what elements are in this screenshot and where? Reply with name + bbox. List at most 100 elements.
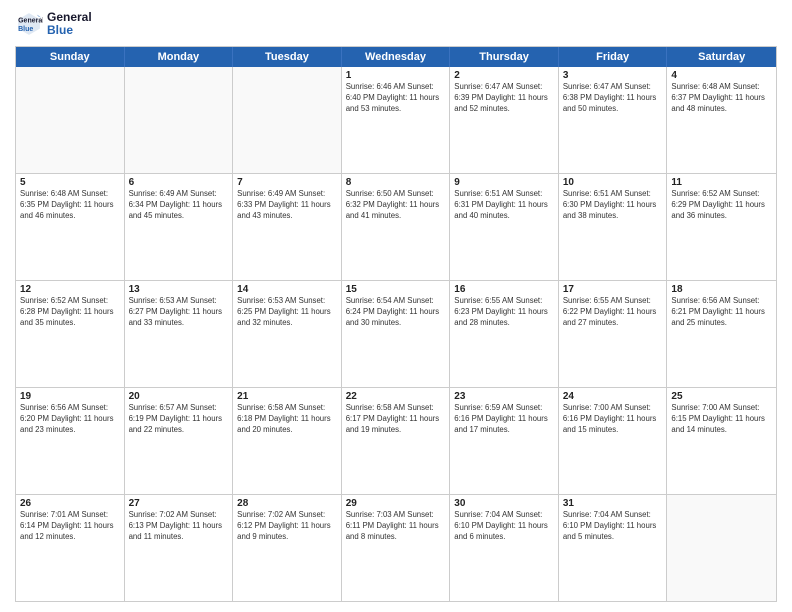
weekday-header: Wednesday — [342, 47, 451, 67]
calendar-cell: 30Sunrise: 7:04 AM Sunset: 6:10 PM Dayli… — [450, 495, 559, 601]
calendar-cell — [16, 67, 125, 173]
day-number: 17 — [563, 284, 663, 295]
calendar-row: 26Sunrise: 7:01 AM Sunset: 6:14 PM Dayli… — [16, 494, 776, 601]
day-number: 10 — [563, 177, 663, 188]
cell-info: Sunrise: 6:53 AM Sunset: 6:27 PM Dayligh… — [129, 296, 229, 329]
cell-info: Sunrise: 7:02 AM Sunset: 6:12 PM Dayligh… — [237, 510, 337, 543]
day-number: 22 — [346, 391, 446, 402]
calendar-cell: 19Sunrise: 6:56 AM Sunset: 6:20 PM Dayli… — [16, 388, 125, 494]
day-number: 18 — [671, 284, 772, 295]
day-number: 13 — [129, 284, 229, 295]
calendar-cell: 2Sunrise: 6:47 AM Sunset: 6:39 PM Daylig… — [450, 67, 559, 173]
calendar-cell: 6Sunrise: 6:49 AM Sunset: 6:34 PM Daylig… — [125, 174, 234, 280]
calendar-cell: 20Sunrise: 6:57 AM Sunset: 6:19 PM Dayli… — [125, 388, 234, 494]
day-number: 16 — [454, 284, 554, 295]
calendar-cell: 12Sunrise: 6:52 AM Sunset: 6:28 PM Dayli… — [16, 281, 125, 387]
day-number: 3 — [563, 70, 663, 81]
day-number: 21 — [237, 391, 337, 402]
weekday-header: Sunday — [16, 47, 125, 67]
calendar-body: 1Sunrise: 6:46 AM Sunset: 6:40 PM Daylig… — [16, 67, 776, 601]
cell-info: Sunrise: 7:00 AM Sunset: 6:16 PM Dayligh… — [563, 403, 663, 436]
cell-info: Sunrise: 7:02 AM Sunset: 6:13 PM Dayligh… — [129, 510, 229, 543]
cell-info: Sunrise: 6:59 AM Sunset: 6:16 PM Dayligh… — [454, 403, 554, 436]
calendar-cell: 3Sunrise: 6:47 AM Sunset: 6:38 PM Daylig… — [559, 67, 668, 173]
cell-info: Sunrise: 6:56 AM Sunset: 6:20 PM Dayligh… — [20, 403, 120, 436]
calendar-cell: 11Sunrise: 6:52 AM Sunset: 6:29 PM Dayli… — [667, 174, 776, 280]
day-number: 28 — [237, 498, 337, 509]
cell-info: Sunrise: 6:49 AM Sunset: 6:34 PM Dayligh… — [129, 189, 229, 222]
cell-info: Sunrise: 6:58 AM Sunset: 6:18 PM Dayligh… — [237, 403, 337, 436]
calendar-cell: 23Sunrise: 6:59 AM Sunset: 6:16 PM Dayli… — [450, 388, 559, 494]
day-number: 31 — [563, 498, 663, 509]
logo: General Blue General Blue — [15, 10, 92, 38]
calendar-cell: 9Sunrise: 6:51 AM Sunset: 6:31 PM Daylig… — [450, 174, 559, 280]
calendar-cell — [125, 67, 234, 173]
calendar-cell: 17Sunrise: 6:55 AM Sunset: 6:22 PM Dayli… — [559, 281, 668, 387]
cell-info: Sunrise: 7:01 AM Sunset: 6:14 PM Dayligh… — [20, 510, 120, 543]
day-number: 1 — [346, 70, 446, 81]
cell-info: Sunrise: 6:58 AM Sunset: 6:17 PM Dayligh… — [346, 403, 446, 436]
svg-text:General: General — [18, 17, 43, 24]
calendar-cell — [233, 67, 342, 173]
cell-info: Sunrise: 6:57 AM Sunset: 6:19 PM Dayligh… — [129, 403, 229, 436]
calendar-cell: 14Sunrise: 6:53 AM Sunset: 6:25 PM Dayli… — [233, 281, 342, 387]
day-number: 2 — [454, 70, 554, 81]
calendar-cell: 7Sunrise: 6:49 AM Sunset: 6:33 PM Daylig… — [233, 174, 342, 280]
cell-info: Sunrise: 6:51 AM Sunset: 6:30 PM Dayligh… — [563, 189, 663, 222]
cell-info: Sunrise: 7:04 AM Sunset: 6:10 PM Dayligh… — [454, 510, 554, 543]
cell-info: Sunrise: 7:03 AM Sunset: 6:11 PM Dayligh… — [346, 510, 446, 543]
cell-info: Sunrise: 6:47 AM Sunset: 6:39 PM Dayligh… — [454, 82, 554, 115]
cell-info: Sunrise: 6:48 AM Sunset: 6:35 PM Dayligh… — [20, 189, 120, 222]
day-number: 4 — [671, 70, 772, 81]
calendar: SundayMondayTuesdayWednesdayThursdayFrid… — [15, 46, 777, 602]
day-number: 20 — [129, 391, 229, 402]
svg-text:Blue: Blue — [18, 26, 33, 33]
calendar-cell: 28Sunrise: 7:02 AM Sunset: 6:12 PM Dayli… — [233, 495, 342, 601]
cell-info: Sunrise: 6:50 AM Sunset: 6:32 PM Dayligh… — [346, 189, 446, 222]
day-number: 14 — [237, 284, 337, 295]
calendar-cell: 4Sunrise: 6:48 AM Sunset: 6:37 PM Daylig… — [667, 67, 776, 173]
weekday-header: Tuesday — [233, 47, 342, 67]
day-number: 12 — [20, 284, 120, 295]
calendar-cell: 22Sunrise: 6:58 AM Sunset: 6:17 PM Dayli… — [342, 388, 451, 494]
day-number: 27 — [129, 498, 229, 509]
day-number: 29 — [346, 498, 446, 509]
calendar-cell: 24Sunrise: 7:00 AM Sunset: 6:16 PM Dayli… — [559, 388, 668, 494]
page: General Blue General Blue SundayMondayTu… — [0, 0, 792, 612]
calendar-cell: 21Sunrise: 6:58 AM Sunset: 6:18 PM Dayli… — [233, 388, 342, 494]
weekday-header: Friday — [559, 47, 668, 67]
cell-info: Sunrise: 6:52 AM Sunset: 6:29 PM Dayligh… — [671, 189, 772, 222]
calendar-cell: 26Sunrise: 7:01 AM Sunset: 6:14 PM Dayli… — [16, 495, 125, 601]
cell-info: Sunrise: 7:04 AM Sunset: 6:10 PM Dayligh… — [563, 510, 663, 543]
calendar-cell: 16Sunrise: 6:55 AM Sunset: 6:23 PM Dayli… — [450, 281, 559, 387]
calendar-row: 12Sunrise: 6:52 AM Sunset: 6:28 PM Dayli… — [16, 280, 776, 387]
cell-info: Sunrise: 6:49 AM Sunset: 6:33 PM Dayligh… — [237, 189, 337, 222]
calendar-cell: 25Sunrise: 7:00 AM Sunset: 6:15 PM Dayli… — [667, 388, 776, 494]
day-number: 24 — [563, 391, 663, 402]
cell-info: Sunrise: 6:47 AM Sunset: 6:38 PM Dayligh… — [563, 82, 663, 115]
calendar-row: 1Sunrise: 6:46 AM Sunset: 6:40 PM Daylig… — [16, 67, 776, 173]
cell-info: Sunrise: 6:53 AM Sunset: 6:25 PM Dayligh… — [237, 296, 337, 329]
calendar-row: 19Sunrise: 6:56 AM Sunset: 6:20 PM Dayli… — [16, 387, 776, 494]
cell-info: Sunrise: 6:55 AM Sunset: 6:23 PM Dayligh… — [454, 296, 554, 329]
cell-info: Sunrise: 6:46 AM Sunset: 6:40 PM Dayligh… — [346, 82, 446, 115]
cell-info: Sunrise: 6:56 AM Sunset: 6:21 PM Dayligh… — [671, 296, 772, 329]
weekday-header: Monday — [125, 47, 234, 67]
weekday-header: Saturday — [667, 47, 776, 67]
day-number: 6 — [129, 177, 229, 188]
day-number: 5 — [20, 177, 120, 188]
day-number: 9 — [454, 177, 554, 188]
day-number: 8 — [346, 177, 446, 188]
calendar-cell: 8Sunrise: 6:50 AM Sunset: 6:32 PM Daylig… — [342, 174, 451, 280]
logo-blue: Blue — [47, 24, 92, 37]
calendar-cell: 5Sunrise: 6:48 AM Sunset: 6:35 PM Daylig… — [16, 174, 125, 280]
calendar-row: 5Sunrise: 6:48 AM Sunset: 6:35 PM Daylig… — [16, 173, 776, 280]
day-number: 23 — [454, 391, 554, 402]
cell-info: Sunrise: 7:00 AM Sunset: 6:15 PM Dayligh… — [671, 403, 772, 436]
header: General Blue General Blue — [15, 10, 777, 38]
day-number: 25 — [671, 391, 772, 402]
calendar-cell: 31Sunrise: 7:04 AM Sunset: 6:10 PM Dayli… — [559, 495, 668, 601]
cell-info: Sunrise: 6:54 AM Sunset: 6:24 PM Dayligh… — [346, 296, 446, 329]
cell-info: Sunrise: 6:55 AM Sunset: 6:22 PM Dayligh… — [563, 296, 663, 329]
day-number: 26 — [20, 498, 120, 509]
